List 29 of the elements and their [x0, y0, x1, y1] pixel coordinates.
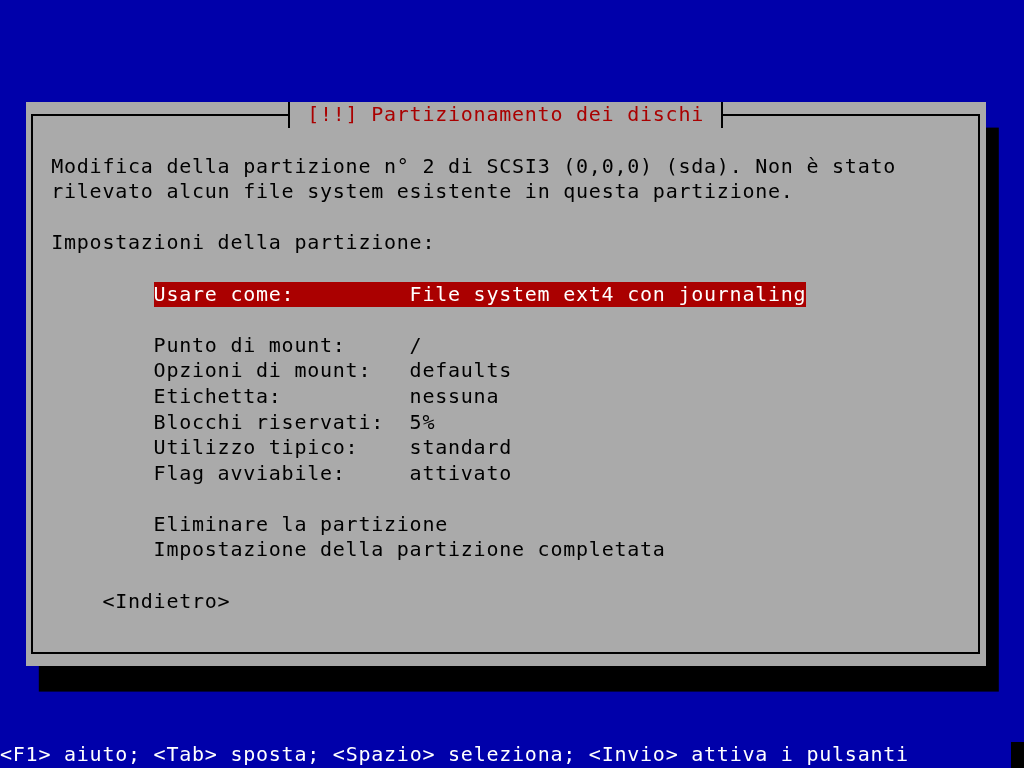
menu-item[interactable]: Impostazione della partizione completata: [153, 537, 666, 564]
menu-item[interactable]: Punto di mount: /: [153, 332, 423, 359]
setting-value: attivato: [409, 460, 512, 487]
menu-item[interactable]: Usare come: File system ext4 con journaling: [153, 281, 807, 308]
menu-item[interactable]: Etichetta: nessuna: [153, 383, 500, 410]
help-text: <F1> aiuto; <Tab> sposta; <Spazio> seleziona; <Invio> attiva i pulsanti: [0, 742, 909, 768]
back-button[interactable]: <Indietro>: [102, 588, 231, 615]
setting-label: Opzioni di mount:: [153, 358, 372, 383]
setting-label: Utilizzo tipico:: [153, 435, 359, 460]
setting-value: defaults: [409, 358, 512, 384]
menu-item[interactable]: Utilizzo tipico: standard: [153, 435, 512, 461]
section-label: Impostazioni della partizione:: [51, 230, 436, 256]
menu-item[interactable]: Eliminare la partizione: [153, 511, 449, 538]
setting-value: File system ext4 con journaling: [409, 281, 807, 308]
setting-label: Blocchi riservati:: [153, 409, 384, 434]
setting-value: /: [409, 332, 423, 359]
setting-label: Usare come:: [153, 281, 295, 306]
block-cursor-icon: [1011, 742, 1024, 768]
setting-value: nessuna: [409, 383, 500, 410]
setting-value: standard: [409, 435, 512, 461]
setting-value: 5%: [409, 409, 436, 436]
dialog-title: [!!] Partizionamento dei dischi: [288, 102, 724, 128]
setting-label: Etichetta:: [153, 383, 282, 408]
menu-item[interactable]: Opzioni di mount: defaults: [153, 358, 512, 384]
setting-label: Punto di mount:: [153, 332, 346, 357]
dialog-message: Modifica della partizione n° 2 di SCSI3 (0,0,0) (sda). Non è stato rilevato alcun file system esistente in questa partizione.: [51, 153, 898, 205]
menu-item[interactable]: Flag avviabile: attivato: [153, 460, 512, 487]
setting-label: Flag avviabile:: [153, 460, 346, 485]
menu-item[interactable]: Blocchi riservati: 5%: [153, 409, 436, 436]
